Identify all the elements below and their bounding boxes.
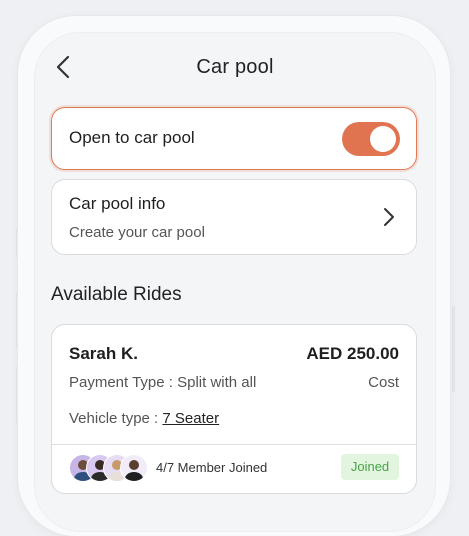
phone-side-button-right <box>452 306 455 392</box>
carpool-info-title: Car pool info <box>69 194 166 213</box>
driver-name: Sarah K. <box>69 344 138 363</box>
chevron-right-icon <box>384 208 394 226</box>
avatar <box>120 454 148 482</box>
members-joined-count: 4/7 Member Joined <box>156 460 268 475</box>
carpool-toggle-card: Open to car pool <box>51 107 417 170</box>
vehicle-type-label: Vehicle type : <box>69 410 163 427</box>
page-title: Car pool <box>196 56 274 78</box>
payment-type: Payment Type : Split with all <box>69 374 257 391</box>
vehicle-type-link[interactable]: 7 Seater <box>162 410 219 427</box>
available-rides-heading: Available Rides <box>51 284 182 305</box>
app-header: Car pool <box>34 48 436 86</box>
joined-status-badge: Joined <box>341 454 399 480</box>
carpool-info-subtitle: Create your car pool <box>69 224 205 241</box>
carpool-info-card[interactable]: Car pool info Create your car pool <box>51 179 417 255</box>
carpool-toggle-label: Open to car pool <box>69 128 195 147</box>
price-caption: Cost <box>368 374 399 391</box>
ride-card[interactable]: Sarah K. AED 250.00 Payment Type : Split… <box>51 324 417 494</box>
card-divider <box>52 444 416 445</box>
member-avatars <box>69 454 149 482</box>
ride-price: AED 250.00 <box>306 344 399 363</box>
vehicle-type-row: Vehicle type : 7 Seater <box>69 410 219 427</box>
carpool-toggle-switch[interactable] <box>342 122 400 156</box>
phone-screen: Car pool Open to car pool Car pool info … <box>34 32 436 532</box>
toggle-knob <box>370 126 396 152</box>
